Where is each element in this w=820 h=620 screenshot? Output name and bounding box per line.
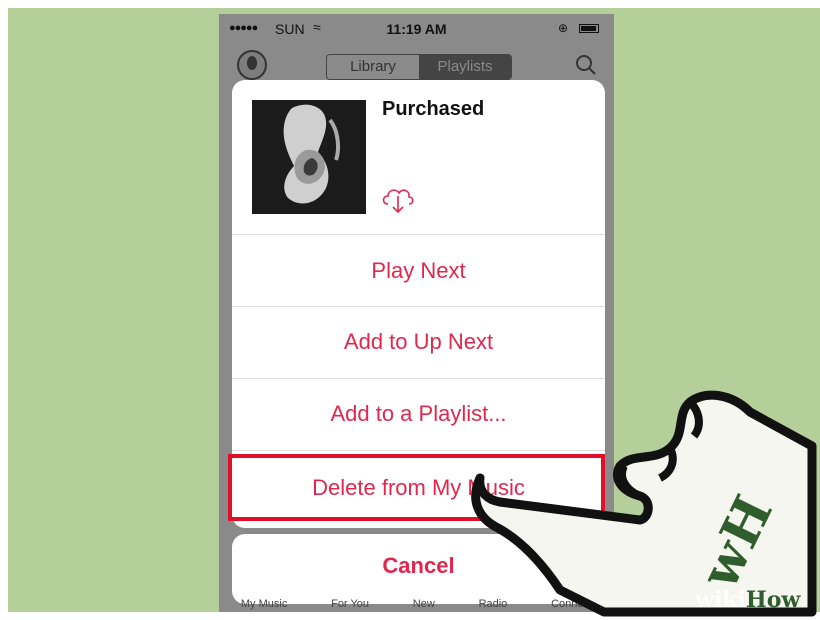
watermark-wiki: wiki	[695, 587, 746, 613]
watermark-how: How	[745, 587, 801, 613]
pointing-hand-icon: wH	[471, 390, 817, 617]
wikihow-watermark: wikiHow	[695, 587, 800, 613]
